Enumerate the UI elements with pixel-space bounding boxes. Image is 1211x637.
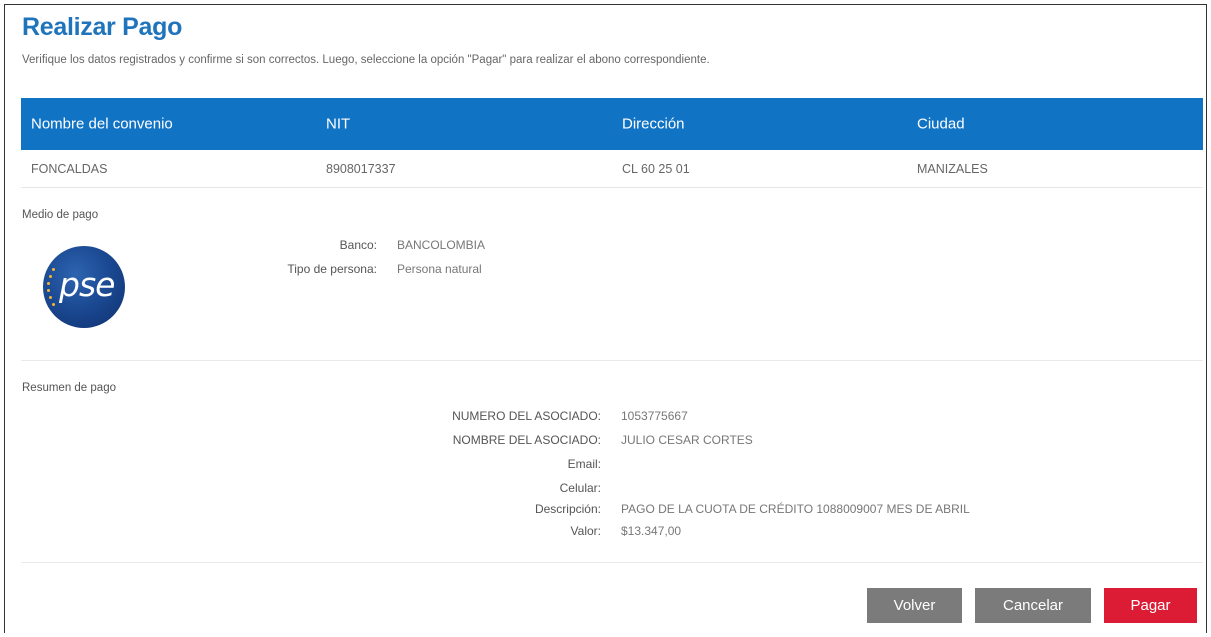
nombre-asociado-value: JULIO CESAR CORTES [621,433,753,447]
valor-row: Valor: $13.347,00 [5,524,1188,540]
header-direccion: Dirección [622,115,685,133]
volver-button[interactable]: Volver [867,588,962,623]
celular-label: Celular: [559,481,601,495]
numero-asociado-label: NUMERO DEL ASOCIADO: [452,409,601,423]
nombre-asociado-label: NOMBRE DEL ASOCIADO: [452,433,601,447]
cell-nit: 8908017337 [326,161,396,176]
header-ciudad: Ciudad [917,115,965,133]
tipo-persona-label: Tipo de persona: [287,262,377,276]
convenio-table-header: Nombre del convenio NIT Dirección Ciudad [21,98,1203,150]
banco-label: Banco: [339,238,377,252]
header-nombre-convenio: Nombre del convenio [31,115,173,133]
page-subtitle: Verifique los datos registrados y confir… [22,54,710,66]
cancelar-button[interactable]: Cancelar [975,588,1091,623]
cell-direccion: CL 60 25 01 [622,161,690,176]
cell-nombre-convenio: FONCALDAS [31,161,108,176]
pagar-button[interactable]: Pagar [1104,588,1197,623]
banco-value: BANCOLOMBIA [397,238,486,252]
numero-asociado-row: NUMERO DEL ASOCIADO: 1053775667 [5,409,1188,425]
descripcion-row: Descripción: PAGO DE LA CUOTA DE CRÉDITO… [5,502,1188,518]
section-divider [21,562,1203,563]
email-label: Email: [567,457,601,471]
valor-value: $13.347,00 [621,524,682,538]
payment-panel: Realizar Pago Verifique los datos regist… [4,4,1207,633]
section-divider [21,360,1203,361]
tipo-persona-row: Tipo de persona: Persona natural [5,262,1188,278]
banco-row: Banco: BANCOLOMBIA [5,238,1188,254]
pse-logo-icon: pse [43,246,125,328]
descripcion-value: PAGO DE LA CUOTA DE CRÉDITO 1088009007 M… [621,502,970,516]
tipo-persona-value: Persona natural [397,262,482,276]
email-row: Email: [5,457,1188,473]
header-nit: NIT [326,115,351,133]
table-row: FONCALDAS 8908017337 CL 60 25 01 MANIZAL… [21,150,1203,188]
valor-label: Valor: [570,524,601,538]
descripcion-label: Descripción: [534,502,601,516]
page-title: Realizar Pago [22,13,183,41]
nombre-asociado-row: NOMBRE DEL ASOCIADO: JULIO CESAR CORTES [5,433,1188,449]
celular-row: Celular: [5,481,1188,497]
numero-asociado-value: 1053775667 [621,409,688,423]
resumen-pago-label: Resumen de pago [22,382,116,394]
cell-ciudad: MANIZALES [917,161,988,176]
medio-pago-label: Medio de pago [22,209,99,221]
